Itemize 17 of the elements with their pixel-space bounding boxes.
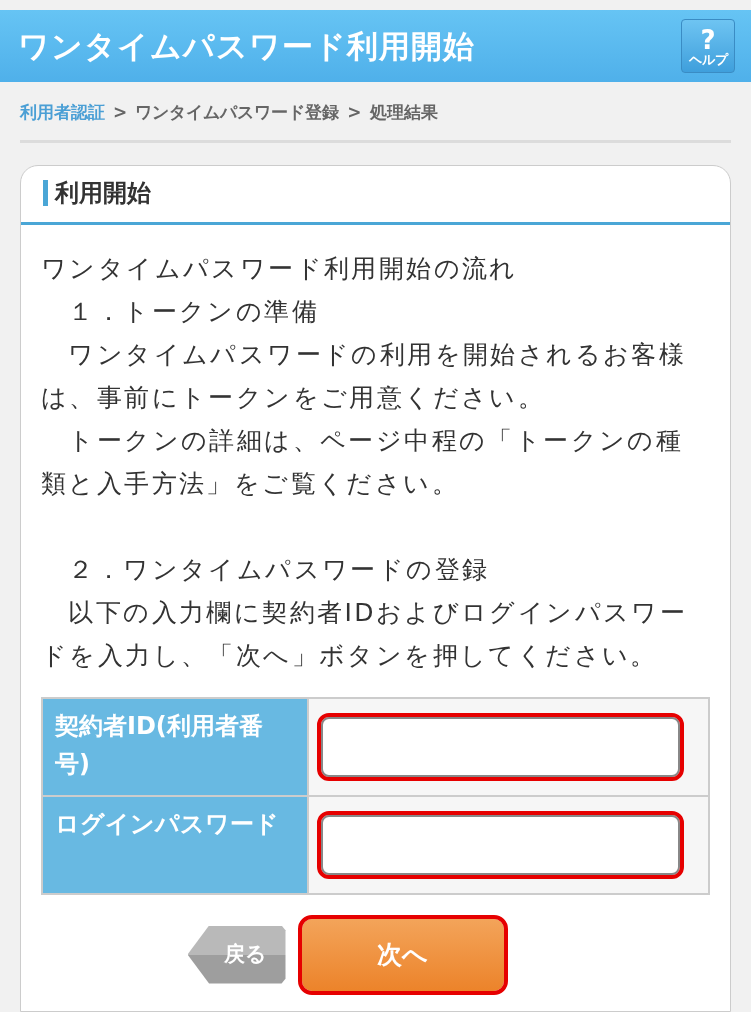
field-label: ログインパスワード bbox=[42, 795, 308, 894]
breadcrumb-separator: > bbox=[113, 101, 128, 124]
back-button[interactable]: 戻る bbox=[187, 925, 286, 984]
breadcrumb-item: ワンタイムパスワード登録 bbox=[135, 101, 340, 124]
card-title: 利用開始 bbox=[43, 179, 151, 206]
help-button[interactable]: ? ヘルプ bbox=[681, 19, 735, 73]
breadcrumb-item: 処理結果 bbox=[369, 101, 438, 124]
breadcrumb-separator: > bbox=[347, 101, 362, 124]
page-title: ワンタイムパスワード利用開始 bbox=[18, 26, 475, 66]
instruction-text: 以下の入力欄に契約者IDおよびログインパスワードを入力し、「次へ」ボタンを押してください。 bbox=[41, 596, 689, 672]
instruction-text: ワンタイムパスワード利用開始の流れ bbox=[41, 252, 519, 285]
instruction-text: １．トークンの準備 bbox=[67, 295, 320, 328]
instruction-text: ワンタイムパスワードの利用を開始されるお客様は、事前にトークンをご用意ください。 bbox=[41, 338, 688, 414]
instruction-text: ２．ワンタイムパスワードの登録 bbox=[67, 553, 491, 586]
instruction-text: トークンの詳細は、ページ中程の「トークンの種類と入手方法」をご覧ください。 bbox=[41, 424, 685, 500]
field-label: 契約者ID(利用者番号) bbox=[42, 697, 308, 796]
breadcrumb-link[interactable]: 利用者認証 bbox=[20, 100, 105, 126]
